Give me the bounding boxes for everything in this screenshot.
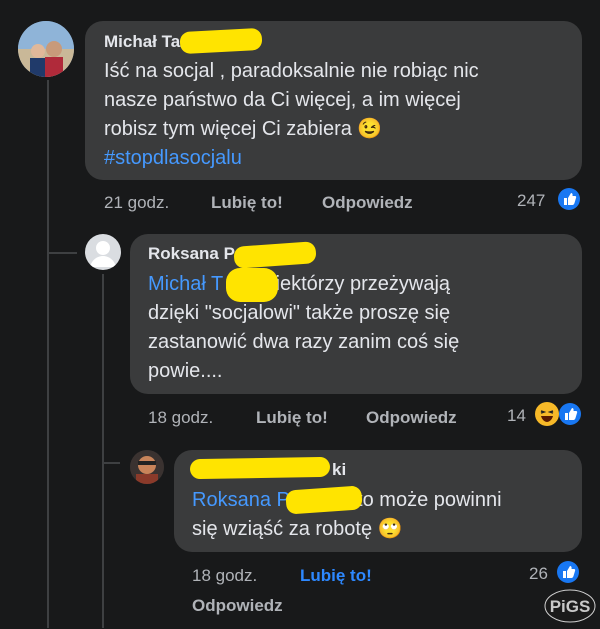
like-button[interactable]: Lubię to! bbox=[211, 193, 283, 213]
comment-text-line: dzięki "socjalowi" także proszę się bbox=[148, 302, 451, 324]
reaction-count[interactable]: 14 bbox=[507, 406, 526, 426]
mention-link[interactable]: Michał T bbox=[148, 273, 223, 295]
comment-text-line: zastanowić dwa razy zanim coś się bbox=[148, 331, 460, 353]
avatar[interactable] bbox=[18, 21, 74, 77]
comment-timestamp[interactable]: 21 godz. bbox=[104, 193, 169, 213]
reply-button[interactable]: Odpowiedz bbox=[192, 596, 283, 616]
haha-reaction-icon bbox=[535, 402, 559, 426]
like-button[interactable]: Lubię to! bbox=[256, 408, 328, 428]
thread-connector-reply1 bbox=[47, 252, 77, 254]
reaction-count[interactable]: 247 bbox=[517, 191, 545, 211]
watermark-logo: PiGS bbox=[543, 582, 597, 624]
redaction-mark bbox=[189, 456, 331, 480]
like-reaction-icon bbox=[557, 561, 579, 583]
redaction-mark bbox=[226, 268, 278, 302]
profile-photo-icon bbox=[130, 450, 164, 484]
comment-text-line: nasze państwo da Ci więcej, a im więcej bbox=[104, 89, 461, 111]
hashtag-link[interactable]: #stopdlasocjalu bbox=[104, 144, 242, 173]
thread-line-reply bbox=[102, 274, 104, 628]
like-reaction-icon bbox=[559, 403, 581, 425]
comment-text-line: się wziąść za robotę 🙄 bbox=[192, 518, 403, 540]
reply-button[interactable]: Odpowiedz bbox=[322, 193, 413, 213]
comment-timestamp[interactable]: 18 godz. bbox=[148, 408, 213, 428]
comment-text-line: robisz tym więcej Ci zabiera 😉 bbox=[104, 118, 383, 140]
comment-timestamp[interactable]: 18 godz. bbox=[192, 566, 257, 586]
comment-author[interactable]: Michał Ta bbox=[104, 32, 180, 52]
like-button[interactable]: Lubię to! bbox=[300, 566, 372, 586]
like-reaction-icon bbox=[558, 188, 580, 210]
avatar[interactable] bbox=[130, 450, 164, 484]
pigs-logo-icon: PiGS bbox=[544, 589, 596, 623]
comment-text-line: Iść na socjal , paradoksalnie nie robiąc… bbox=[104, 60, 479, 82]
comment-text: niektórzy przeżywają bbox=[264, 273, 451, 295]
comment-author[interactable]: Roksana P bbox=[148, 244, 235, 264]
reaction-count[interactable]: 26 bbox=[529, 564, 548, 584]
comment-text: to może powinni bbox=[357, 489, 502, 511]
default-avatar-icon[interactable] bbox=[85, 234, 121, 270]
redaction-mark bbox=[179, 27, 263, 55]
profile-photo-icon bbox=[18, 21, 74, 77]
comment-author[interactable]: ki bbox=[332, 460, 346, 480]
thread-line-main bbox=[47, 80, 49, 628]
thread-connector-reply2 bbox=[102, 462, 120, 464]
comment-text-line: Michał T niektórzy przeżywają bbox=[148, 270, 450, 299]
reply-button[interactable]: Odpowiedz bbox=[366, 408, 457, 428]
svg-text:PiGS: PiGS bbox=[550, 597, 591, 616]
mention-link[interactable]: Roksana P bbox=[192, 489, 289, 511]
comment-text-line: powie.... bbox=[148, 360, 223, 382]
